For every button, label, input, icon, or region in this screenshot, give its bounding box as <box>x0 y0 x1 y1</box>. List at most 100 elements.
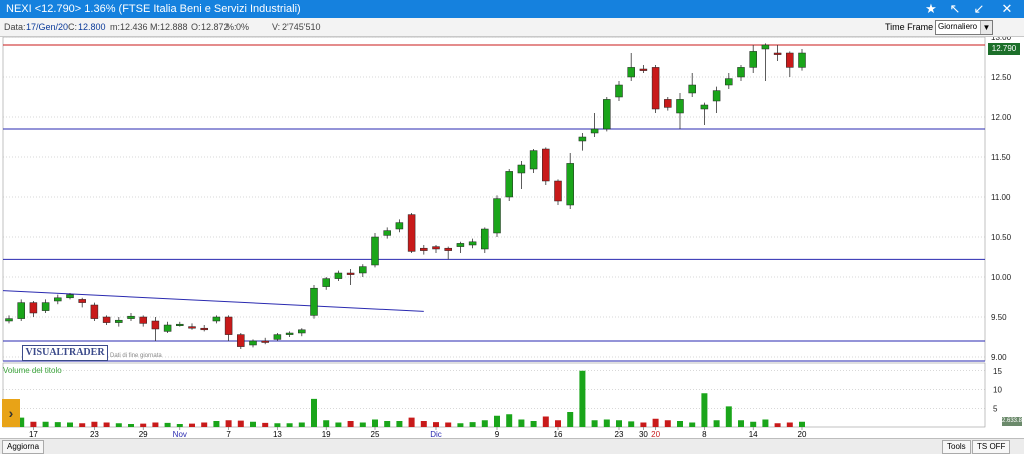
price-tick-label: 10.00 <box>991 273 1012 282</box>
volume-bar <box>433 422 439 427</box>
chevron-down-icon[interactable]: ▼ <box>980 21 992 34</box>
volume-bar <box>176 424 183 427</box>
volume-bar <box>323 420 330 427</box>
close-icon[interactable]: ✕ <box>996 1 1018 17</box>
candle-body <box>444 247 452 251</box>
candle-body <box>90 304 99 319</box>
chart-axes: 13.00 12.50 12.00 11.50 11.00 10.50 10.00 9.50 9… <box>29 37 1012 438</box>
volume-bar <box>262 422 269 427</box>
volume-bar <box>738 420 744 427</box>
candle-body <box>603 99 611 130</box>
candle-body <box>371 236 379 266</box>
candle-body <box>200 327 208 331</box>
price-tick-label: 11.50 <box>991 153 1011 162</box>
volume-bar <box>799 421 805 427</box>
price-chart[interactable]: 13.00 12.50 12.00 11.50 11.00 10.50 10.00 9.50 9… <box>0 37 1024 438</box>
candle-body <box>456 243 465 247</box>
candle-body <box>54 297 62 302</box>
aggiorna-button[interactable]: Aggiorna <box>2 440 45 454</box>
candle-body <box>761 44 770 50</box>
volume-bar <box>225 420 232 427</box>
volume-bar <box>140 423 147 427</box>
arrow-nw-icon[interactable]: ↖ <box>944 1 966 17</box>
volume-bar <box>494 415 500 427</box>
close-label: C: <box>68 22 77 32</box>
volume-tick-label: 15 <box>993 367 1002 376</box>
volume-bar <box>542 416 549 427</box>
candle-body <box>676 99 684 114</box>
x-tick-label: 23 <box>615 430 624 438</box>
volume-bar <box>359 422 366 427</box>
open-value: 12.872 <box>201 22 229 32</box>
candle-body <box>481 228 489 250</box>
ts-off-button[interactable]: TS OFF <box>972 440 1011 454</box>
volume-tick-label: 5 <box>993 404 998 413</box>
candle-body <box>310 287 318 316</box>
candle-body <box>529 150 538 170</box>
last-volume-badge: 2.633.8 <box>1002 417 1023 426</box>
restore-icon[interactable]: ↙ <box>968 1 990 17</box>
volume-bar <box>579 370 586 427</box>
x-tick-label: 14 <box>749 430 758 438</box>
candle-body <box>163 324 172 332</box>
candle-body <box>712 90 721 102</box>
x-tick-label: Nov <box>173 430 187 438</box>
trend-line <box>2 290 424 312</box>
volume-bar <box>335 422 342 427</box>
volume-bar <box>652 418 659 427</box>
volume-bar <box>311 398 317 427</box>
volume-bar <box>506 414 513 427</box>
volume-bar <box>640 422 647 427</box>
x-tick-label: 19 <box>322 430 331 438</box>
volume-bar <box>725 406 732 427</box>
timeframe-label: Time Frame <box>885 22 934 32</box>
candle-body <box>78 299 86 303</box>
volume-bar <box>677 421 683 427</box>
volume-bar <box>701 393 708 427</box>
candle-body <box>273 334 282 340</box>
date-label: Data: <box>4 22 26 32</box>
candle-body <box>737 67 745 78</box>
volume-bar <box>250 421 256 427</box>
x-tick-label: 17 <box>29 430 38 438</box>
volume-bar <box>237 420 244 427</box>
quote-infobar: Data: 17/Gen/20 C: 12.800 m: 12.436 M: 1… <box>0 18 1024 37</box>
volume-bar <box>91 421 98 427</box>
volume-bar <box>713 420 720 427</box>
volume-bar <box>396 421 403 427</box>
star-icon[interactable]: ★ <box>920 1 942 17</box>
x-tick-label: 7 <box>226 430 231 438</box>
volume-bar <box>347 421 354 427</box>
volume-bar <box>420 421 427 427</box>
candle-body <box>176 323 184 326</box>
volume-bar <box>384 421 391 427</box>
candle-body <box>505 171 513 198</box>
x-tick-label: 29 <box>139 430 148 438</box>
x-tick-label: 20 <box>798 430 807 438</box>
window-titlebar: NEXI <12.790> 1.36% (FTSE Italia Beni e … <box>0 0 1024 18</box>
candle-body <box>188 326 196 329</box>
volume-bar <box>103 422 110 427</box>
candle-body <box>237 334 245 347</box>
chart-candles <box>5 43 806 349</box>
candle-body <box>383 230 391 236</box>
volume-bar <box>591 420 598 427</box>
volume-bar <box>616 420 622 427</box>
expand-panel-icon[interactable]: › <box>2 399 20 427</box>
close-value: 12.800 <box>78 22 106 32</box>
window-title: NEXI <12.790> 1.36% (FTSE Italia Beni e … <box>6 3 301 15</box>
bottom-toolbar: Aggiorna Tools TS OFF <box>0 438 1024 454</box>
candle-body <box>688 84 696 94</box>
timeframe-select[interactable]: Giornaliero ▼ <box>935 20 993 35</box>
volume-bar <box>469 422 476 427</box>
volume-bar <box>518 419 525 427</box>
volume-bar <box>445 422 452 427</box>
open-label: O: <box>191 22 201 32</box>
candle-body <box>66 294 74 299</box>
volume-bar <box>664 420 671 427</box>
candle-body <box>261 340 269 343</box>
price-tick-label: 12.00 <box>991 113 1012 122</box>
volume-bar <box>189 423 195 427</box>
tools-button[interactable]: Tools <box>942 440 971 454</box>
candle-body <box>554 180 562 202</box>
